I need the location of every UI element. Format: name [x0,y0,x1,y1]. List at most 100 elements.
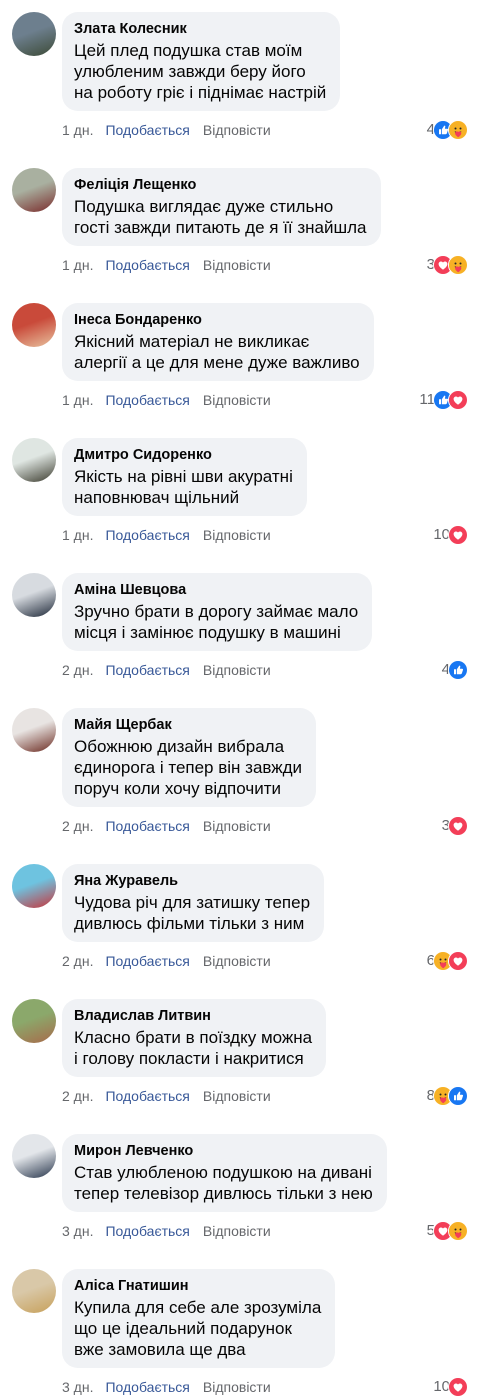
comment-actions: 1 дн. Подобається Відповісти [62,391,271,409]
like-button[interactable]: Подобається [105,1222,189,1240]
reply-button[interactable]: Відповісти [203,1378,271,1396]
comment-bubble: Яна Журавель Чудова річ для затишку тепер… [62,864,324,942]
comment-text-line: поруч коли хочу відпочити [74,779,281,798]
avatar[interactable] [12,1134,56,1178]
comment-actions: 1 дн. Подобається Відповісти [62,121,271,139]
comment-text: Зручно брати в дорогу займає мало місця і… [74,601,360,643]
comment-author[interactable]: Яна Журавель [74,872,312,891]
avatar[interactable] [12,573,56,617]
comment-author[interactable]: Аліса Гнатишин [74,1277,323,1296]
comment-text: Якість на рівні шви акуратні наповнювач щ… [74,466,295,508]
reply-button[interactable]: Відповісти [203,256,271,274]
like-button[interactable]: Подобається [105,1378,189,1396]
care-icon [448,1221,468,1241]
avatar[interactable] [12,864,56,908]
reactions-summary[interactable]: 10 [433,1377,468,1397]
reactions-summary[interactable]: 4 [427,120,468,140]
comment-text-line: наповнювач щільний [74,488,240,507]
reply-button[interactable]: Відповісти [203,121,271,139]
comment-text-line: Став улюбленою подушкою на дивані [74,1163,372,1182]
comment-bubble: Аліса Гнатишин Купила для себе але зрозум… [62,1269,335,1368]
comment-text: Подушка виглядає дуже стильно гості завжд… [74,196,369,238]
comment-author[interactable]: Владислав Литвин [74,1007,314,1026]
comment-author[interactable]: Феліція Лещенко [74,176,369,195]
comment-bubble: Мирон Левченко Став улюбленою подушкою на… [62,1134,387,1212]
comment-bubble: Майя Щербак Обожнюю дизайн вибрала єдиноро… [62,708,316,807]
reply-button[interactable]: Відповісти [203,1087,271,1105]
like-button[interactable]: Подобається [105,526,189,544]
like-icon [448,660,468,680]
comment-author[interactable]: Майя Щербак [74,716,304,735]
comment-timestamp[interactable]: 2 дн. [62,661,93,679]
comment-timestamp[interactable]: 2 дн. [62,952,93,970]
comment-author[interactable]: Мирон Левченко [74,1142,375,1161]
avatar[interactable] [12,708,56,752]
comment-text-line: місця і замінює подушку в машині [74,623,341,642]
avatar[interactable] [12,12,56,56]
like-button[interactable]: Подобається [105,256,189,274]
like-button[interactable]: Подобається [105,121,189,139]
reactions-summary[interactable]: 3 [442,816,468,836]
comment-actions: 2 дн. Подобається Відповісти [62,1087,271,1105]
comment-text-line: Купила для себе але зрозуміла [74,1298,322,1317]
comment-timestamp[interactable]: 3 дн. [62,1378,93,1396]
reply-button[interactable]: Відповісти [203,952,271,970]
comment-author[interactable]: Аміна Шевцова [74,581,360,600]
comment-timestamp[interactable]: 2 дн. [62,1087,93,1105]
comment-bubble: Дмитро Сидоренко Якість на рівні шви акур… [62,438,307,516]
reactions-summary[interactable]: 3 [427,255,468,275]
like-button[interactable]: Подобається [105,661,189,679]
reactions-summary[interactable]: 4 [442,660,468,680]
comment-timestamp[interactable]: 1 дн. [62,391,93,409]
comment-text: Якісний матеріал не викликає алергії а це… [74,331,362,373]
love-icon [448,1377,468,1397]
comment-text-line: гості завжди питають де я її знайшла [74,218,367,237]
comment-actions: 1 дн. Подобається Відповісти [62,256,271,274]
comment-actions: 2 дн. Подобається Відповісти [62,661,271,679]
comment-author[interactable]: Дмитро Сидоренко [74,446,295,465]
comment-text-line: улюбленим завжди беру його [74,62,306,81]
like-button[interactable]: Подобається [105,1087,189,1105]
comment-timestamp[interactable]: 1 дн. [62,526,93,544]
like-button[interactable]: Подобається [105,391,189,409]
avatar[interactable] [12,999,56,1043]
reply-button[interactable]: Відповісти [203,391,271,409]
reply-button[interactable]: Відповісти [203,526,271,544]
comment-author[interactable]: Злата Колесник [74,20,328,39]
comment-actions: 1 дн. Подобається Відповісти [62,526,271,544]
comment-text-line: Обожнюю дизайн вибрала [74,737,285,756]
avatar[interactable] [12,303,56,347]
comment-timestamp[interactable]: 3 дн. [62,1222,93,1240]
avatar[interactable] [12,168,56,212]
reactions-summary[interactable]: 11 [419,390,468,410]
comment-text-line: Класно брати в поїздку можна [74,1028,313,1047]
reply-button[interactable]: Відповісти [203,661,271,679]
reply-button[interactable]: Відповісти [203,817,271,835]
comment-actions: 3 дн. Подобається Відповісти [62,1378,271,1396]
comment-timestamp[interactable]: 1 дн. [62,121,93,139]
comment-text: Чудова річ для затишку тепер дивлюсь філь… [74,892,312,934]
comment-actions: 3 дн. Подобається Відповісти [62,1222,271,1240]
love-icon [448,525,468,545]
comment-timestamp[interactable]: 2 дн. [62,817,93,835]
avatar[interactable] [12,1269,56,1313]
comment-timestamp[interactable]: 1 дн. [62,256,93,274]
comment-text: Обожнюю дизайн вибрала єдинорога і тепер … [74,736,304,799]
love-icon [448,951,468,971]
comment-text: Цей плед подушка став моїм улюбленим завж… [74,40,328,103]
like-button[interactable]: Подобається [105,817,189,835]
comment-author[interactable]: Інеса Бондаренко [74,311,362,330]
reactions-summary[interactable]: 10 [433,525,468,545]
comment-actions: 2 дн. Подобається Відповісти [62,952,271,970]
avatar[interactable] [12,438,56,482]
comment-text-line: що це ідеальний подарунок [74,1319,292,1338]
like-button[interactable]: Подобається [105,952,189,970]
comment-text-line: Зручно брати в дорогу займає мало [74,602,359,621]
reactions-summary[interactable]: 8 [427,1086,468,1106]
comment-text-line: тепер телевізор дивлюсь тільки з нею [74,1184,373,1203]
comment-text: Класно брати в поїздку можна і голову пок… [74,1027,314,1069]
reactions-summary[interactable]: 5 [427,1221,468,1241]
comment-text-line: Подушка виглядає дуже стильно [74,197,334,216]
reactions-summary[interactable]: 6 [427,951,468,971]
reply-button[interactable]: Відповісти [203,1222,271,1240]
